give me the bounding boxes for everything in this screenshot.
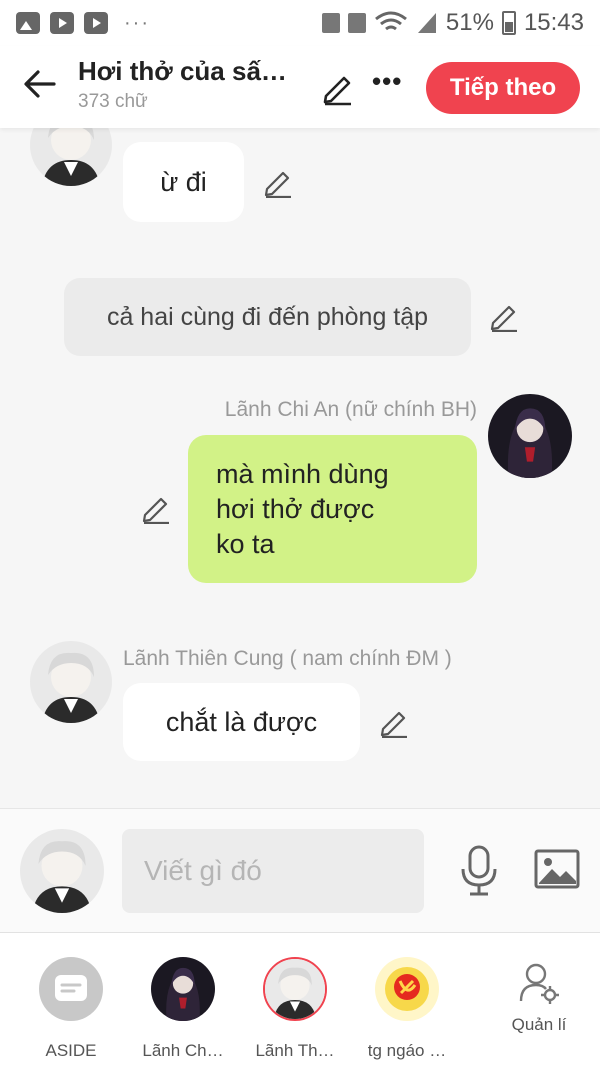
message-line: hơi thở được	[216, 493, 375, 524]
white-hair-boy-avatar	[263, 957, 327, 1021]
signal-icon	[417, 13, 436, 33]
next-button[interactable]: Tiếp theo	[426, 62, 580, 114]
speaker-name: Lãnh Chi An (nữ chính BH)	[224, 398, 477, 421]
character-lanh-thien-cung[interactable]: Lãnh Th…	[240, 957, 350, 1061]
youtube-notification-icon	[84, 12, 108, 34]
pencil-icon	[490, 305, 517, 333]
chat-area[interactable]: ừ đi cả hai cùng đi đến phòng tập Lãnh C…	[0, 128, 600, 808]
microphone-button[interactable]	[458, 845, 500, 897]
more-options-button[interactable]: •••	[372, 66, 402, 97]
avatar-white-hair-boy[interactable]	[30, 128, 112, 186]
edit-title-button[interactable]	[320, 70, 356, 106]
app-header: Hơi thở của sấ… 373 chữ ••• Tiếp theo	[0, 46, 600, 128]
manage-user-gear-icon	[517, 961, 561, 1005]
speaker-name: Lãnh Thiên Cung ( nam chính ĐM )	[123, 647, 452, 670]
message-bubble-right[interactable]: mà mình dùng hơi thở được ko ta	[188, 435, 477, 583]
status-indicators: 51% 15:43	[321, 9, 584, 37]
current-speaker-avatar[interactable]	[20, 829, 104, 913]
image-icon	[534, 849, 580, 889]
character-aside[interactable]: ASIDE	[16, 957, 126, 1061]
battery-icon	[501, 11, 516, 35]
narration-bubble[interactable]: cả hai cùng đi đến phòng tập	[64, 278, 471, 356]
image-button[interactable]	[534, 849, 580, 889]
mute-icon	[347, 13, 366, 33]
character-name: ASIDE	[45, 1041, 97, 1060]
video-notification-icon	[50, 12, 74, 34]
edit-message-button[interactable]	[140, 492, 172, 525]
clock: 15:43	[523, 9, 584, 36]
hammer-sickle-avatar	[375, 957, 439, 1021]
title-block: Hơi thở của sấ… 373 chữ	[78, 56, 308, 113]
battery-percent: 51%	[445, 9, 494, 36]
manage-characters-button[interactable]: Quản lí	[484, 957, 594, 1035]
status-notifications: ···	[16, 12, 150, 35]
pencil-icon	[380, 711, 407, 739]
gallery-notification-icon	[16, 12, 40, 34]
message-line: ko ta	[216, 528, 275, 559]
character-lanh-chi-an[interactable]: Lãnh Ch…	[128, 957, 238, 1061]
status-bar: ··· 51% 15:43	[0, 0, 600, 46]
narration-text: cả hai cùng đi đến phòng tập	[106, 302, 429, 331]
edit-narration-button[interactable]	[488, 300, 520, 333]
word-count: 373 chữ	[78, 91, 148, 112]
pencil-icon	[323, 76, 351, 106]
message-bubble-left[interactable]: chắt là được	[123, 683, 360, 761]
aside-chat-icon	[39, 957, 103, 1021]
edit-message-button[interactable]	[378, 706, 410, 739]
avatar-white-hair-boy[interactable]	[30, 641, 112, 723]
message-bubble-left[interactable]: ừ đi	[123, 142, 244, 222]
message-input[interactable]: Viết gì đó	[122, 829, 424, 913]
character-name: Lãnh Th…	[255, 1041, 335, 1060]
pencil-icon	[142, 497, 169, 525]
compose-bar: Viết gì đó	[0, 808, 600, 932]
message-text: chắt là được	[165, 706, 318, 737]
character-name: tg ngáo …	[367, 1041, 447, 1060]
back-button[interactable]	[20, 64, 60, 104]
more-notifications-icon: ···	[124, 11, 150, 34]
manage-label: Quản lí	[511, 1015, 567, 1034]
story-title: Hơi thở của sấ…	[78, 56, 287, 86]
pencil-icon	[264, 171, 291, 199]
avatar-dark-hair-girl[interactable]	[488, 394, 572, 478]
arrow-left-icon	[24, 70, 56, 98]
character-tg-ngao[interactable]: tg ngáo …	[352, 957, 462, 1061]
message-line: mà mình dùng	[216, 458, 389, 489]
message-text: ừ đi	[160, 166, 207, 197]
wifi-icon	[374, 11, 407, 31]
character-name: Lãnh Ch…	[142, 1041, 224, 1060]
battery-saver-icon	[321, 13, 340, 33]
dark-hair-girl-avatar	[151, 957, 215, 1021]
character-bar: ASIDE Lãnh Ch… Lãnh Th… tg ngáo … Quản l…	[0, 932, 600, 1067]
microphone-icon	[461, 845, 497, 896]
edit-message-button[interactable]	[262, 166, 294, 199]
